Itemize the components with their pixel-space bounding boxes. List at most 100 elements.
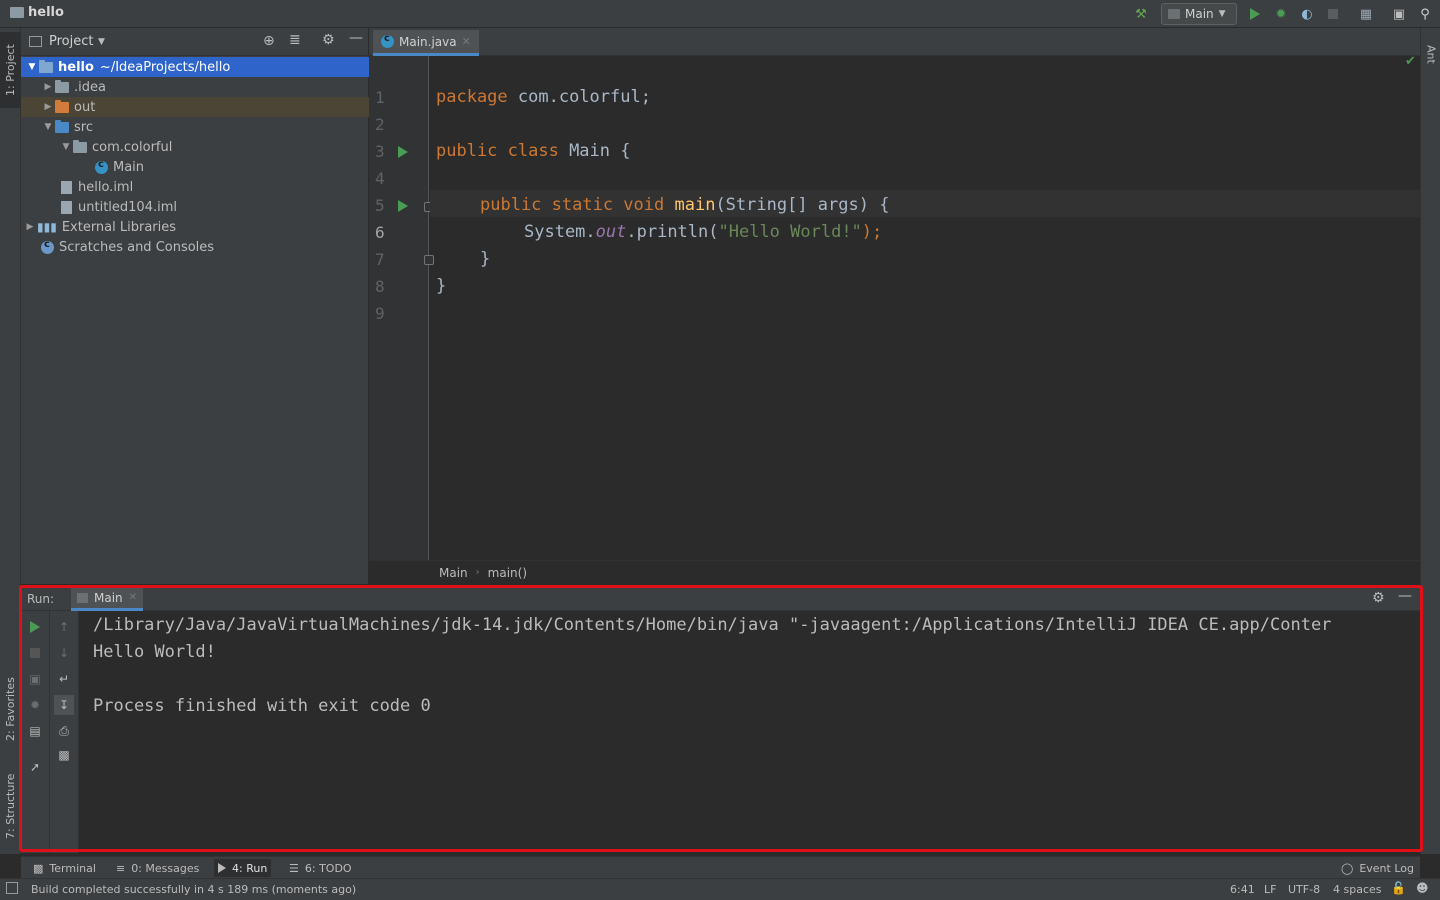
tree-item-label: External Libraries (61, 219, 177, 235)
tree-item-label: Main (113, 159, 145, 175)
gear-icon[interactable]: ⚙ (322, 32, 335, 48)
tab-main-java[interactable]: Main.java ✕ (373, 30, 479, 56)
inspector-icon[interactable]: ☻ (1416, 881, 1429, 895)
minimize-icon[interactable]: — (1398, 588, 1412, 604)
breadcrumb-method[interactable]: main() (488, 566, 527, 580)
code-line[interactable]: System.out.println("Hello World!"); (524, 222, 882, 242)
lock-icon[interactable]: 🔓 (1391, 881, 1406, 895)
favorites-tool-tab[interactable]: 2: Favorites (0, 664, 21, 754)
code-line[interactable]: public static void main(String[] args) { (480, 195, 889, 215)
tree-item-hello[interactable]: ▼ hello ~/IdeaProjects/hello (21, 57, 369, 77)
todo-icon: ☰ (289, 861, 299, 875)
editor: Main.java ✕ 1 2 3 4 5 6 7 8 9 ✔ package … (369, 28, 1420, 584)
chevron-down-icon[interactable]: ▼ (41, 122, 55, 132)
file-encoding[interactable]: UTF-8 (1288, 883, 1320, 896)
module-folder-icon (39, 59, 53, 73)
project-name: hello (28, 5, 64, 20)
keyword: public class (436, 141, 559, 161)
minimize-icon[interactable]: — (349, 30, 363, 46)
chevron-right-icon[interactable]: ▶ (23, 222, 37, 232)
print-icon[interactable]: ⎙ (56, 723, 72, 739)
tree-item-package[interactable]: ▼ com.colorful (21, 137, 369, 157)
tab-terminal[interactable]: ▩ Terminal (29, 859, 100, 877)
search-icon[interactable]: ⚲ (1416, 5, 1434, 23)
indent-setting[interactable]: 4 spaces (1333, 883, 1382, 896)
project-view-selector[interactable]: Project (49, 34, 93, 49)
gear-icon[interactable]: ⚙ (1372, 590, 1385, 606)
soft-wrap-icon[interactable]: ↵ (56, 671, 72, 687)
breadcrumb-class[interactable]: Main (439, 566, 468, 580)
arrow-up-icon[interactable]: ↑ (56, 619, 72, 635)
code-text: ); (861, 222, 883, 242)
debug-icon[interactable]: ✹ (27, 697, 43, 713)
tree-item-label: src (74, 119, 93, 135)
rerun-icon[interactable] (27, 619, 43, 635)
code-line[interactable]: package com.colorful; (436, 87, 651, 107)
trash-icon[interactable]: ▩ (56, 747, 72, 763)
source-folder-icon (55, 119, 69, 133)
ant-tool-tab[interactable]: Ant (1421, 34, 1440, 74)
chevron-down-icon[interactable]: ▼ (25, 62, 39, 72)
structure-tool-tab[interactable]: 7: Structure (0, 766, 21, 846)
run-config-dropdown[interactable]: Main ▼ (1161, 3, 1237, 25)
tree-item-hello-iml[interactable]: hello.iml (21, 177, 369, 197)
stop-icon[interactable] (1324, 5, 1342, 23)
close-icon[interactable]: ✕ (129, 592, 137, 603)
tab-messages[interactable]: ≡ 0: Messages (112, 859, 203, 877)
pin-icon[interactable]: ➚ (27, 759, 43, 775)
chevron-down-icon[interactable]: ▼ (59, 142, 73, 152)
scroll-to-end-icon[interactable]: ↧ (54, 695, 74, 715)
project-breadcrumb[interactable]: hello (10, 5, 64, 20)
coverage-icon[interactable]: ◐ (1298, 5, 1316, 23)
tree-item-src[interactable]: ▼ src (21, 117, 369, 137)
stop-icon[interactable] (27, 645, 43, 661)
toggle-tool-windows-icon[interactable] (6, 882, 18, 894)
messages-icon: ≡ (116, 861, 126, 875)
chevron-right-icon[interactable]: ▶ (41, 102, 55, 112)
excluded-folder-icon (55, 99, 69, 113)
collapse-all-icon[interactable]: ≣ (289, 32, 301, 48)
tab-todo[interactable]: ☰ 6: TODO (285, 859, 356, 877)
tree-item-main[interactable]: Main (21, 157, 369, 177)
arrow-down-icon[interactable]: ↓ (56, 645, 72, 661)
run-gutter-icon[interactable] (398, 146, 408, 158)
line-number: 7 (375, 250, 385, 269)
tab-run[interactable]: 4: Run (214, 859, 272, 877)
window-layout-icon[interactable]: ▣ (1390, 5, 1408, 23)
chevron-down-icon[interactable]: ▼ (98, 37, 105, 47)
tree-item-scratches[interactable]: Scratches and Consoles (21, 237, 369, 257)
fold-icon[interactable] (424, 255, 434, 265)
run-icon[interactable] (1246, 5, 1264, 23)
iml-file-icon (61, 200, 72, 214)
close-icon[interactable]: ✕ (462, 35, 471, 48)
caret-position[interactable]: 6:41 (1230, 883, 1255, 896)
code-line[interactable]: public class Main { (436, 141, 630, 161)
tree-item-idea[interactable]: ▶ .idea (21, 77, 369, 97)
event-log-icon: ◯ (1341, 861, 1354, 875)
project-structure-icon[interactable]: ▦ (1357, 5, 1375, 23)
debug-icon[interactable]: ✹ (1272, 5, 1290, 23)
project-tool-tab[interactable]: 1: Project (0, 32, 21, 108)
java-class-icon (381, 33, 394, 48)
code-line[interactable]: } (480, 249, 490, 269)
chevron-right-icon[interactable]: ▶ (41, 82, 55, 92)
locate-icon[interactable]: ⊕ (263, 33, 275, 49)
tree-item-label: hello (58, 59, 94, 75)
camera-icon[interactable]: ▣ (27, 671, 43, 687)
status-message[interactable]: Build completed successfully in 4 s 189 … (31, 883, 356, 896)
run-tab-main[interactable]: Main ✕ (71, 587, 144, 611)
tree-item-out[interactable]: ▶ out (21, 97, 369, 117)
restore-layout-icon[interactable]: ▤ (27, 723, 43, 739)
code-text: Main { (558, 141, 631, 161)
code-line[interactable]: } (436, 276, 446, 296)
line-number: 3 (375, 142, 385, 161)
line-separator[interactable]: LF (1264, 883, 1276, 896)
tree-item-external-libraries[interactable]: ▶ ▮▮▮ External Libraries (21, 217, 369, 237)
tab-event-log[interactable]: ◯ Event Log (1337, 859, 1418, 877)
libraries-icon: ▮▮▮ (37, 220, 57, 234)
tree-item-untitled-iml[interactable]: untitled104.iml (21, 197, 369, 217)
build-hammer-icon[interactable]: ⚒ (1132, 5, 1150, 23)
run-gutter-icon[interactable] (398, 200, 408, 212)
title-bar: hello ⚒ Main ▼ ✹ ◐ ▦ ▣ ⚲ (0, 0, 1440, 28)
tree-item-label: untitled104.iml (78, 199, 177, 215)
